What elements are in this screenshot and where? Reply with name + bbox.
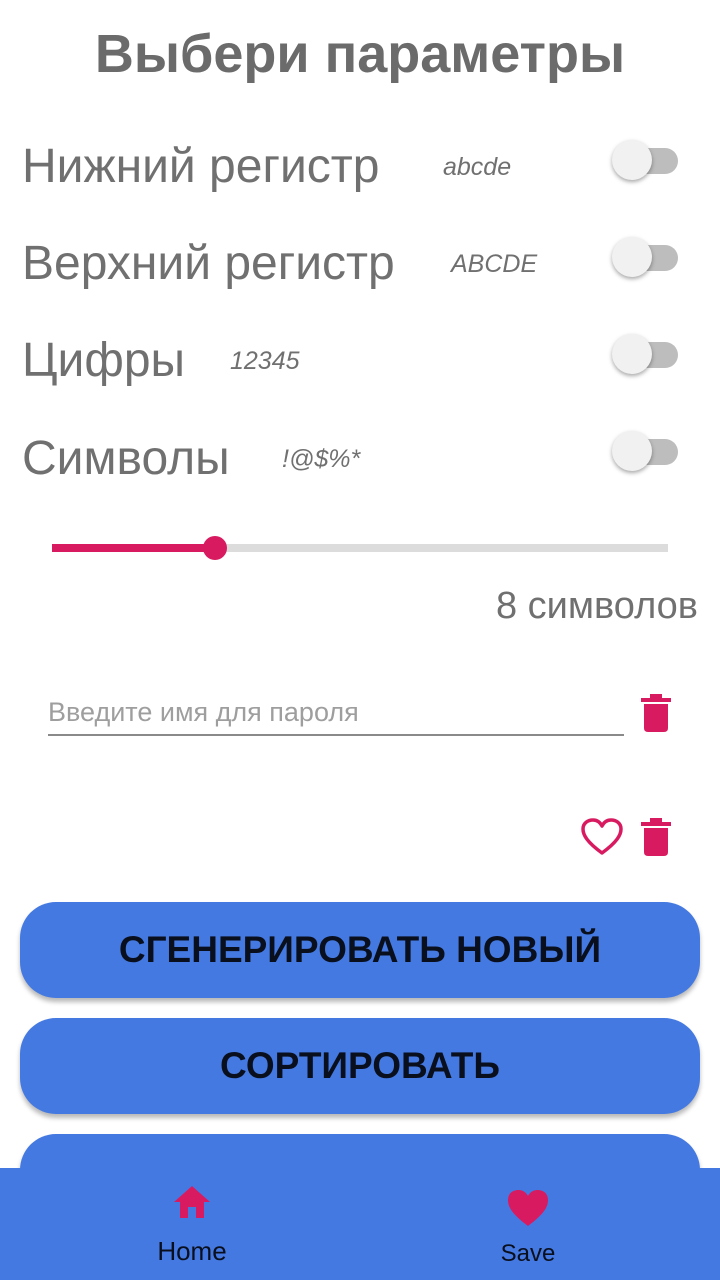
option-uppercase-sample: ABCDE [451,250,538,278]
option-lowercase-sample: abcde [443,153,512,181]
length-slider[interactable] [52,530,668,566]
option-uppercase-label: Верхний регистр [22,237,395,290]
nav-item-home[interactable]: Home [92,1168,292,1280]
option-symbols-switch[interactable] [612,431,682,471]
trash-icon [641,694,671,732]
nav-item-save[interactable]: Save [428,1168,628,1280]
heart-outline-icon [581,818,623,855]
option-symbols-label: Символы [22,432,230,485]
delete-password-button[interactable] [631,812,681,862]
favorite-button[interactable] [577,812,627,862]
sort-button[interactable]: СОРТИРОВАТЬ [20,1018,700,1114]
length-value: 8 символов [495,585,698,627]
nav-label-home: Home [157,1236,227,1266]
switch-thumb [612,140,652,180]
page-title: Выбери параметры [94,24,626,84]
home-icon [174,1186,210,1218]
nav-label-save: Save [500,1240,556,1267]
option-uppercase-switch[interactable] [612,237,682,277]
trash-icon [641,818,671,856]
switch-thumb [612,237,652,277]
option-lowercase-switch[interactable] [612,140,682,180]
clear-name-button[interactable] [631,688,681,738]
option-lowercase-label: Нижний регистр [22,140,380,193]
bottom-navigation: Home Save [0,1168,720,1280]
option-digits-label: Цифры [22,334,186,387]
option-digits-switch[interactable] [612,334,682,374]
slider-thumb[interactable] [203,536,227,560]
generate-button[interactable]: СГЕНЕРИРОВАТЬ НОВЫЙ [20,902,700,998]
heart-icon [508,1190,548,1226]
slider-fill [52,544,215,552]
switch-thumb [612,431,652,471]
option-symbols-sample: !@$%* [282,445,361,473]
switch-thumb [612,334,652,374]
option-digits-sample: 12345 [230,347,300,375]
password-name-input[interactable] [48,690,624,736]
